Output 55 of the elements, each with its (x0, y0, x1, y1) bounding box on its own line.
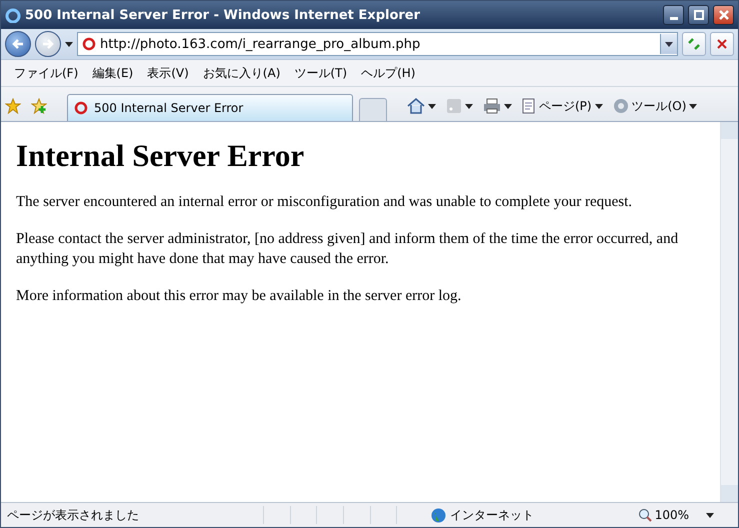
paragraph: More information about this error may be available in the server error log. (16, 287, 462, 306)
back-button[interactable] (5, 31, 31, 57)
gear-icon (612, 98, 629, 114)
menu-item[interactable]: お気に入り(A) (196, 62, 288, 84)
stop-button[interactable] (710, 32, 734, 56)
refresh-button[interactable] (682, 32, 706, 56)
close-button[interactable] (713, 5, 734, 25)
caret-icon[interactable] (65, 42, 73, 46)
browser-logo-icon (5, 7, 21, 23)
caret-icon[interactable] (504, 104, 512, 108)
zoom-button[interactable]: 100% (638, 508, 738, 522)
site-icon (82, 37, 96, 51)
caret-icon[interactable] (428, 104, 436, 108)
menu-item[interactable]: ファイル(F) (7, 62, 86, 84)
page-heading: Internal Server Error (16, 138, 306, 174)
page-icon (522, 98, 536, 114)
printer-icon[interactable] (483, 98, 501, 114)
paragraph: The server encountered an internal error or misconfiguration and was unable to complete your request. (16, 193, 634, 212)
magnifier-icon (638, 508, 652, 522)
menu-item[interactable]: 表示(V) (140, 62, 196, 84)
site-icon (74, 101, 88, 115)
command-icon-group[interactable] (407, 98, 436, 114)
minimize-button[interactable] (663, 5, 684, 25)
right-arrow-icon (42, 38, 54, 50)
command-button[interactable]: ページ(P) (522, 98, 603, 114)
browser-tab[interactable]: 500 Internal Server Error (67, 94, 353, 121)
home-icon[interactable] (407, 98, 425, 114)
menu-item[interactable]: 編集(E) (85, 62, 140, 84)
command-icon-group[interactable] (483, 98, 512, 114)
caret-icon[interactable] (689, 104, 698, 108)
scrollbar[interactable] (720, 122, 738, 502)
stop-icon (717, 39, 727, 49)
caret-icon[interactable] (465, 104, 473, 108)
star-icon[interactable] (5, 98, 21, 114)
command-icon-group[interactable] (446, 98, 473, 114)
menu-item[interactable]: ヘルプ(H) (354, 62, 422, 84)
add-star-icon[interactable] (31, 98, 47, 114)
command-button[interactable]: ツール(O) (612, 98, 698, 114)
dropdown-button[interactable] (660, 34, 677, 54)
zone-label: インターネット (450, 506, 534, 524)
globe-icon (430, 508, 446, 522)
forward-button[interactable] (35, 31, 61, 57)
maximize-button[interactable] (688, 5, 709, 25)
left-arrow-icon (12, 38, 24, 50)
minimize-icon (670, 16, 678, 20)
caret-icon (706, 512, 714, 518)
window-title: 500 Internal Server Error - Windows Internet Explorer (25, 8, 422, 22)
maximize-icon (694, 10, 704, 20)
status-message: ページが表示されました (6, 506, 140, 524)
caret-icon (665, 42, 673, 46)
menu-item[interactable]: ツール(T) (287, 62, 354, 84)
caret-icon[interactable] (594, 104, 603, 108)
close-icon (718, 10, 728, 20)
address-field[interactable]: http://photo.163.com/i_rearrange_pro_album.php (77, 32, 678, 56)
paragraph: Please contact the server administrator, [no address given] and inform them of the time the error occurred, and anything you might have done that may have caused the error. (16, 230, 680, 269)
